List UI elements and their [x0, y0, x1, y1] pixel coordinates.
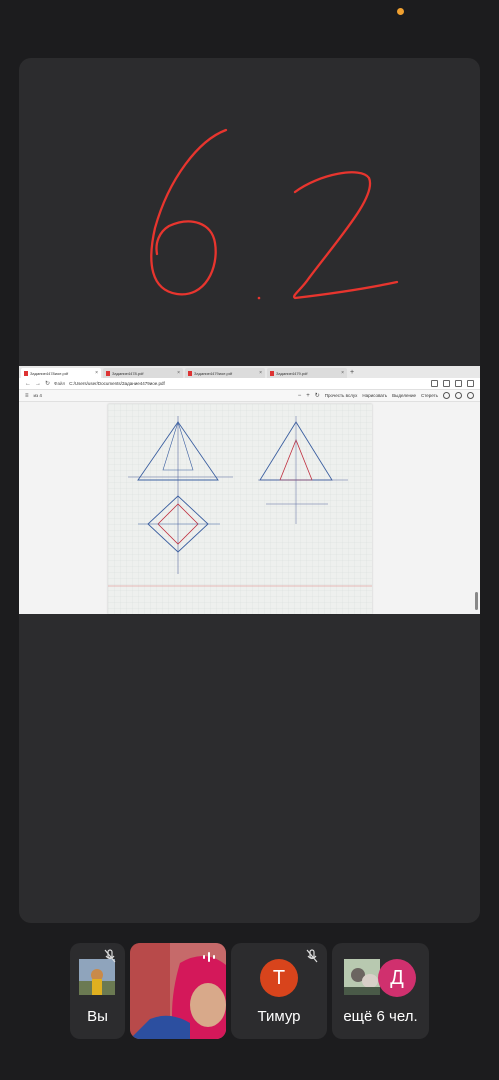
participant-tile-more[interactable]: Д ещё 6 чел.: [332, 943, 429, 1039]
pin-icon[interactable]: [467, 392, 474, 399]
avatar: Т: [260, 959, 298, 997]
contents-icon[interactable]: ≡: [25, 393, 29, 399]
pdf-icon: [270, 370, 274, 376]
shared-screen-stage: Задание4478иое.pdf × Задание4478.pdf × З…: [19, 58, 480, 923]
save-icon[interactable]: [455, 392, 462, 399]
print-icon[interactable]: [443, 392, 450, 399]
browser-tab[interactable]: Задание4478.pdf ×: [103, 368, 183, 378]
avatar: [79, 959, 115, 995]
participant-strip: Вы Т Тимур Д ещё 6 чел.: [0, 943, 499, 1039]
browser-tab-bar: Задание4478иое.pdf × Задание4478.pdf × З…: [19, 366, 480, 378]
shared-pdf-window: Задание4478иое.pdf × Задание4478.pdf × З…: [19, 366, 480, 614]
back-icon[interactable]: ←: [25, 381, 31, 387]
participant-name: Вы: [87, 1008, 108, 1025]
close-icon[interactable]: ×: [341, 370, 344, 376]
handwritten-annotation: [150, 128, 399, 300]
extensions-icon[interactable]: [455, 380, 462, 387]
erase-button[interactable]: Стереть: [421, 393, 438, 398]
zoom-in-icon[interactable]: +: [306, 393, 310, 399]
address-url[interactable]: C:/Users/user/Documents/Задание4479иое.p…: [69, 381, 165, 386]
audio-level-icon: [203, 952, 215, 962]
refresh-icon[interactable]: ↻: [45, 380, 50, 387]
favorites-icon[interactable]: [443, 380, 450, 387]
browser-tab[interactable]: Задание4478иое.pdf ×: [21, 368, 101, 378]
avatar: Д: [378, 959, 416, 997]
more-participants-label: ещё 6 чел.: [343, 1008, 418, 1025]
address-scheme-label: Файл: [54, 381, 66, 386]
profile-icon[interactable]: [467, 380, 474, 387]
participant-tile-self[interactable]: Вы: [70, 943, 125, 1039]
new-tab-button[interactable]: +: [350, 368, 354, 378]
participant-name: Тимур: [257, 1008, 301, 1025]
draw-button[interactable]: Нарисовать: [362, 393, 387, 398]
participant-tile-timur[interactable]: Т Тимур: [231, 943, 327, 1039]
avatar-initial: Т: [272, 966, 286, 989]
close-icon[interactable]: ×: [95, 370, 98, 376]
mic-off-icon: [306, 949, 318, 963]
close-icon[interactable]: ×: [177, 370, 180, 376]
self-photo: [79, 959, 115, 995]
highlight-button[interactable]: Выделение: [392, 393, 416, 398]
recording-indicator: [397, 8, 404, 15]
address-bar[interactable]: ← → ↻ Файл C:/Users/user/Documents/Задан…: [19, 378, 480, 390]
browser-actions: [431, 380, 480, 387]
rotate-icon[interactable]: ↻: [315, 392, 320, 399]
browser-tab[interactable]: Задание4479.pdf ×: [267, 368, 347, 378]
close-icon[interactable]: ×: [259, 370, 262, 376]
forward-icon[interactable]: →: [35, 381, 41, 387]
zoom-icon[interactable]: [431, 380, 438, 387]
pdf-scrollbar[interactable]: [475, 592, 478, 610]
read-aloud-button[interactable]: Прочесть вслух: [325, 393, 358, 398]
participant-photo: [344, 959, 380, 995]
mic-off-icon: [104, 949, 116, 963]
pdf-toolbar: ≡ из 4 − + ↻ Прочесть вслух Нарисовать В…: [19, 390, 480, 402]
technical-drawing: [108, 404, 372, 614]
participant-tile-video[interactable]: [130, 943, 226, 1039]
pdf-actions: [443, 392, 480, 399]
pdf-icon: [188, 370, 192, 376]
pdf-page-drawing: [108, 404, 372, 614]
page-indicator: из 4: [33, 393, 42, 398]
pdf-icon: [24, 370, 28, 376]
avatar: [344, 959, 380, 995]
zoom-out-icon[interactable]: −: [298, 393, 302, 399]
pdf-icon: [106, 370, 110, 376]
avatar-initial: Д: [390, 966, 404, 989]
browser-tab[interactable]: Задание4479иое.pdf ×: [185, 368, 265, 378]
